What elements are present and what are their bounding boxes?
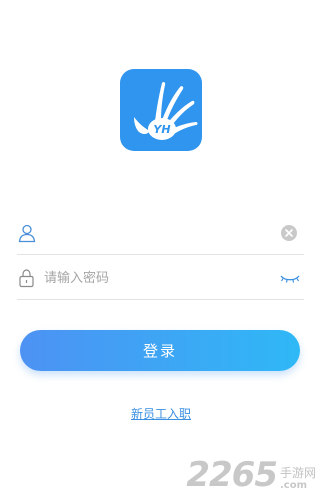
username-field — [17, 212, 304, 255]
username-input[interactable] — [44, 212, 274, 254]
clear-icon[interactable] — [279, 224, 299, 242]
new-employee-link[interactable]: 新员工入职 — [131, 407, 191, 421]
watermark-site: 手游网 — [279, 466, 316, 480]
app-logo: YH — [120, 69, 202, 151]
new-employee-link-row: 新员工入职 — [0, 405, 322, 422]
password-field — [17, 257, 304, 300]
login-button[interactable]: 登录 — [20, 330, 300, 371]
watermark-domain: .com — [279, 480, 308, 491]
user-icon — [17, 223, 37, 243]
lock-icon — [17, 268, 37, 288]
logo-text: YH — [153, 123, 170, 136]
site-watermark: 2265 手游网 .com — [186, 458, 316, 492]
eye-closed-icon[interactable] — [279, 269, 300, 287]
watermark-number: 2265 — [186, 455, 278, 495]
password-input[interactable] — [44, 257, 274, 299]
